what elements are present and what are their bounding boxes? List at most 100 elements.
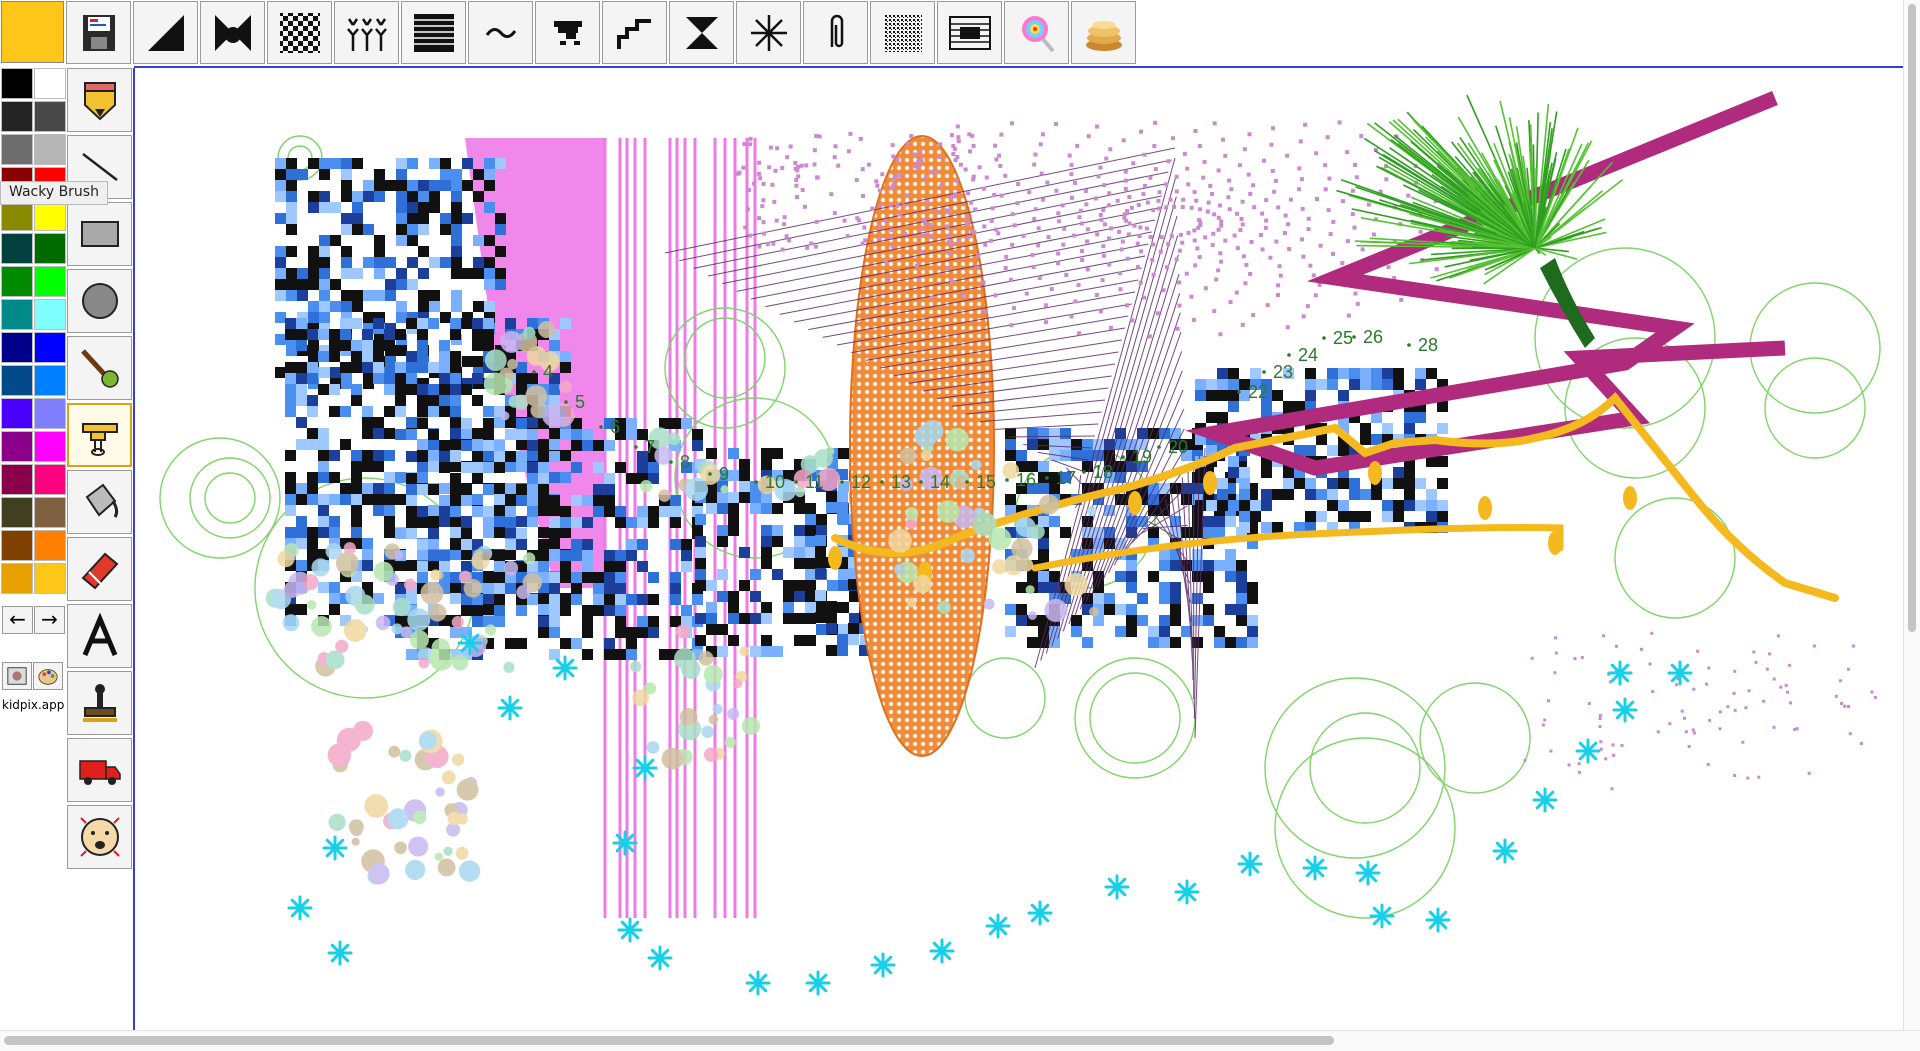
fill-style-hourglass[interactable] [669,1,734,64]
palette-swatch[interactable] [1,431,33,462]
palette-swatch[interactable] [1,464,33,495]
vertical-scrollbar[interactable] [1903,0,1920,1031]
paperclip-icon [830,14,843,47]
palette-next-button[interactable]: → [34,606,65,634]
lollipop-icon [1021,15,1055,52]
tool-paint-bucket[interactable] [67,470,132,534]
svg-text:24: 24 [1298,345,1318,365]
fill-style-paperclip[interactable] [803,1,868,64]
tool-wacky-brush[interactable] [67,336,132,400]
fill-style-starburst[interactable] [736,1,801,64]
palette-swatch[interactable] [34,563,66,594]
palette-swatch[interactable] [1,299,33,330]
palette-swatch[interactable] [34,101,66,132]
pancakes-icon [1085,20,1122,51]
palette-swatch[interactable] [1,233,33,264]
arrow-left-icon: ← [9,607,26,631]
svg-text:16: 16 [1016,470,1036,490]
fill-style-checkerboard[interactable] [267,1,332,64]
tool-tooltip: Wacky Brush [0,181,108,205]
eraser-icon [81,552,118,590]
palette-swatch[interactable] [34,431,66,462]
photo-icon [7,667,27,685]
svg-text:17: 17 [1056,468,1076,488]
cyan-snowflakes [287,630,1693,996]
palette-swatch[interactable] [34,134,66,165]
circle-icon [81,283,118,319]
palette-swatch[interactable] [34,266,66,297]
palette-swatch[interactable] [34,233,66,264]
svg-text:14: 14 [930,472,950,492]
palette-swatch[interactable] [1,266,33,297]
stripes-icon [413,13,454,52]
tool-circle[interactable] [67,269,132,333]
palette-prev-button[interactable]: ← [2,606,33,634]
tool-pencil[interactable] [67,68,132,132]
pencil-icon [83,82,116,121]
svg-text:13: 13 [891,472,911,492]
tool-truck[interactable] [67,738,132,802]
svg-text:12: 12 [851,472,871,492]
tool-eraser[interactable] [67,537,132,601]
palette-swatch[interactable] [34,299,66,330]
tool-mixer[interactable] [67,403,132,467]
fill-style-pancakes[interactable] [1071,1,1136,64]
svg-text:23: 23 [1273,362,1293,382]
svg-text:20: 20 [1168,437,1188,457]
palette-swatch[interactable] [34,497,66,528]
fill-style-leaves[interactable] [334,1,399,64]
squiggle-icon [485,27,516,38]
palette-swatch[interactable] [1,497,33,528]
arrow-right-icon: → [41,607,58,631]
fill-style-stripes[interactable] [401,1,466,64]
horizontal-scroll-thumb[interactable] [4,1036,1334,1045]
svg-text:7: 7 [645,437,655,457]
checkerboard-icon [279,12,320,53]
fill-style-film-strip[interactable] [937,1,1002,64]
mini-palette-button[interactable] [33,662,63,690]
tool-undo-face[interactable] [67,805,132,869]
tool-rectangle[interactable] [67,202,132,266]
palette-swatch[interactable] [1,563,33,594]
palette-swatch[interactable] [34,464,66,495]
palette-swatch[interactable] [1,134,33,165]
save-icon [82,14,115,51]
palette-swatch[interactable] [1,398,33,429]
film-strip-icon [948,15,991,50]
svg-text:5: 5 [575,392,585,412]
palette-swatch[interactable] [1,101,33,132]
bowtie-icon [214,14,251,51]
palette-swatch[interactable] [1,332,33,363]
electric-mixer-icon [81,423,118,456]
palette-swatch[interactable] [34,332,66,363]
tool-text[interactable] [67,604,132,668]
selected-color-swatch[interactable] [1,1,64,63]
fill-style-noise[interactable] [870,1,935,64]
fill-style-steps[interactable] [602,1,667,64]
svg-text:28: 28 [1418,335,1438,355]
fill-style-squiggle[interactable] [468,1,533,64]
art-palette-icon [38,669,58,685]
palette-swatch[interactable] [34,530,66,561]
palette-swatch[interactable] [34,398,66,429]
fill-style-pixel-cloud[interactable] [535,1,600,64]
svg-text:22: 22 [1248,382,1268,402]
palette-swatch[interactable] [1,365,33,396]
palette-swatch[interactable] [1,68,33,99]
top-toolbar [0,0,1136,66]
fill-style-diagonal[interactable] [133,1,198,64]
tool-stamp[interactable] [67,671,132,735]
save-button[interactable] [66,1,131,64]
palette-swatch[interactable] [1,530,33,561]
fill-style-bowtie[interactable] [200,1,265,64]
drawing-canvas[interactable]: 4 5 6 7 8 9 10 11 12 13 14 15 16 17 18 19 20 22 23 24 25 26 28 [135,68,1902,1031]
svg-text:15: 15 [976,472,996,492]
mini-stamp-button[interactable] [2,662,32,690]
palette-swatch[interactable] [34,68,66,99]
palette-swatch[interactable] [34,365,66,396]
svg-text:9: 9 [719,464,729,484]
vertical-scroll-thumb[interactable] [1908,4,1916,632]
fill-style-lollipop[interactable] [1004,1,1069,64]
text-a-icon [82,613,117,656]
horizontal-scrollbar[interactable] [0,1030,1920,1051]
